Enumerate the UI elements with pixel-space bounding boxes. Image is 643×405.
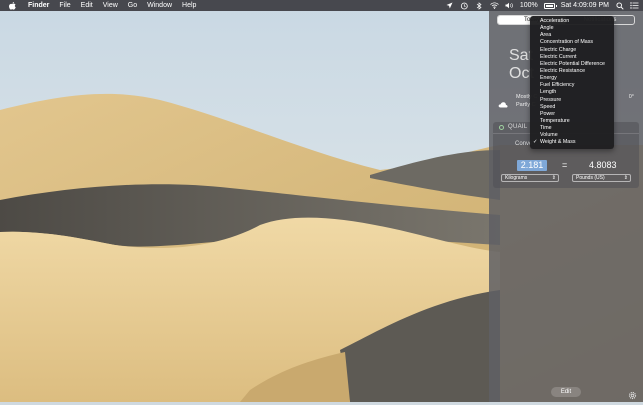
menu-option-label: Speed [540,103,556,110]
nc-footer: Edit [489,381,643,402]
battery-percent: 100% [519,2,538,9]
menu-option[interactable]: Energy [530,75,614,82]
from-unit-label: Kilograms [505,175,528,181]
menu-option-label: Temperature [540,117,570,124]
menu-option-label: Fuel Efficiency [540,82,575,89]
menu-option[interactable]: Pressure [530,97,614,104]
to-unit-label: Pounds (US) [576,175,605,181]
menu-option[interactable]: Speed [530,104,614,111]
to-unit-select[interactable]: Pounds (US) ⇕ [572,174,631,182]
menu-option[interactable]: Angle [530,25,614,32]
menu-option[interactable]: Length [530,89,614,96]
gear-icon[interactable] [628,387,637,400]
menu-option[interactable]: Time [530,125,614,132]
notification-center-icon[interactable] [630,1,639,10]
checkmark-icon: ✓ [533,139,538,146]
menu-option-label: Electric Potential Difference [540,60,605,67]
menu-option[interactable]: Power [530,111,614,118]
menu-option-label: Volume [540,132,558,139]
menu-option[interactable]: Electric Charge [530,47,614,54]
menu-edit[interactable]: Edit [76,0,98,11]
menu-view[interactable]: View [98,0,123,11]
menu-option-label: Acceleration [540,18,570,24]
volume-icon[interactable] [505,1,514,10]
menu-option[interactable]: Electric Potential Difference [530,61,614,68]
menu-option[interactable]: Temperature [530,118,614,125]
widget-title: QUAIL [508,124,528,130]
menu-help[interactable]: Help [177,0,201,11]
menu-option-label: Angle [540,25,554,32]
menu-option[interactable]: Electric Current [530,54,614,61]
location-icon[interactable] [445,1,454,10]
menu-option-label: Electric Current [540,53,577,60]
equals-sign: = [562,160,568,170]
menu-option-label: Concentration of Mass [540,39,593,46]
menu-window[interactable]: Window [142,0,177,11]
menu-option[interactable]: Fuel Efficiency [530,82,614,89]
input-value-field[interactable]: 2.181 [517,160,547,171]
edit-button[interactable]: Edit [551,387,581,397]
menu-app-name[interactable]: Finder [23,0,54,11]
wifi-icon[interactable] [490,1,499,10]
time-machine-icon[interactable] [460,1,469,10]
menu-option-label: Weight & Mass [540,139,576,146]
from-unit-select[interactable]: Kilograms ⇕ [501,174,559,182]
menu-option-label: Time [540,125,552,132]
menu-option-label: Area [540,32,552,39]
menu-go[interactable]: Go [123,0,142,11]
unit-category-menu: Acceleration Angle Area Concentration of Ma… [530,16,614,149]
menu-option-label: Pressure [540,96,562,103]
menu-option-label: Electric Resistance [540,67,586,74]
spotlight-search-icon[interactable] [615,1,624,10]
result-value: 4.8083 [589,160,617,170]
battery-icon[interactable] [543,2,557,9]
menu-option[interactable]: Concentration of Mass [530,39,614,46]
bluetooth-icon[interactable] [475,1,484,10]
menu-option-label: Electric Charge [540,46,577,53]
menu-option-label: Length [540,89,557,96]
menu-file[interactable]: File [54,0,75,11]
widget-app-icon [499,125,504,130]
menu-option[interactable]: Area [530,32,614,39]
menu-option[interactable]: ✓ Weight & Mass [530,139,614,146]
menu-option[interactable]: Electric Resistance [530,68,614,75]
menu-bar: Finder File Edit View Go Window Help 100… [0,0,643,11]
menu-option-label: Power [540,110,556,117]
chevron-updown-icon: ⇕ [623,175,628,181]
menu-option[interactable]: Acceleration [530,18,614,25]
apple-menu-icon[interactable] [8,1,16,10]
clock[interactable]: Sat 4:09:09 PM [561,0,609,11]
chevron-updown-icon: ⇕ [551,175,556,181]
weather-temperature: 0° [628,94,634,100]
menu-option[interactable]: Volume [530,132,614,139]
cloud-icon [498,95,508,108]
menu-option-label: Energy [540,75,557,82]
